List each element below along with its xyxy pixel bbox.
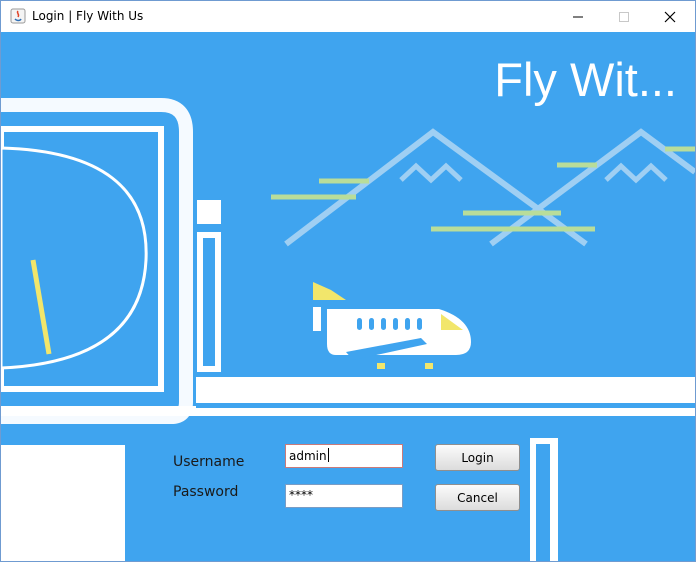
login-window: Login | Fly With Us Fly Wit... Username …: [0, 0, 696, 562]
cancel-button[interactable]: Cancel: [435, 484, 520, 511]
maximize-button[interactable]: [601, 1, 647, 32]
java-app-icon: [10, 8, 26, 24]
banner-scene: Fly Wit... Username Password admin **** …: [1, 32, 695, 561]
password-value: ****: [289, 488, 313, 502]
password-field[interactable]: ****: [285, 484, 403, 508]
window-title: Login | Fly With Us: [32, 9, 144, 23]
title-bar[interactable]: Login | Fly With Us: [1, 1, 695, 32]
close-button[interactable]: [647, 1, 693, 32]
banner-headline: Fly Wit...: [494, 53, 677, 106]
maximize-icon: [619, 11, 629, 22]
login-button[interactable]: Login: [435, 444, 520, 471]
username-field[interactable]: admin: [285, 444, 403, 468]
username-value: admin: [289, 449, 327, 463]
password-label: Password: [173, 484, 239, 500]
minimize-button[interactable]: [555, 1, 601, 32]
username-label: Username: [173, 454, 245, 470]
minimize-icon: [573, 16, 583, 17]
text-caret: [327, 448, 329, 462]
close-icon: [664, 11, 676, 22]
airport-illustration: [1, 98, 695, 561]
